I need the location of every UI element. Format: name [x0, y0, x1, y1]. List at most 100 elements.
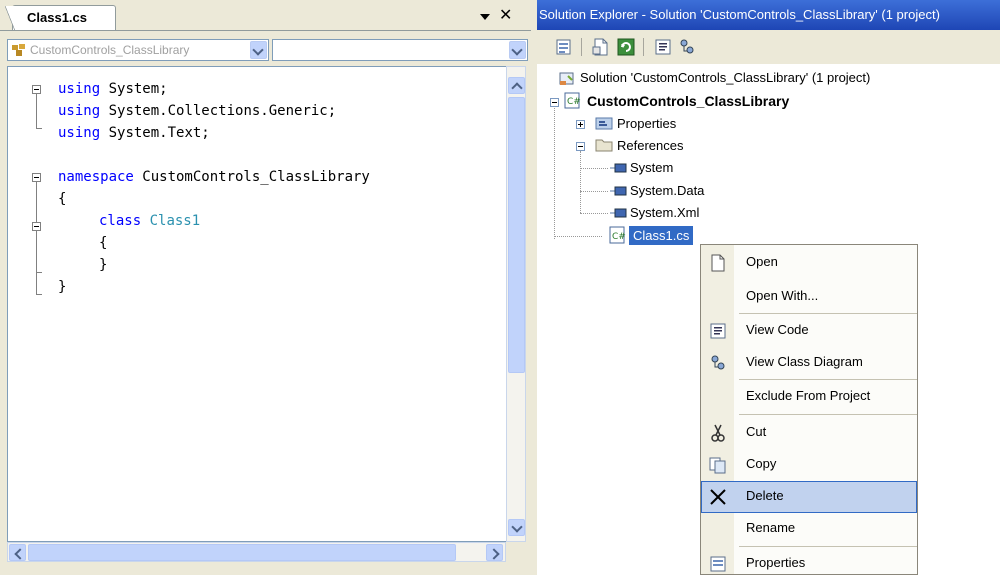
navigation-bar: CustomControls_ClassLibrary: [0, 31, 531, 65]
csharp-project-icon: C#: [564, 92, 581, 109]
copy-icon: [709, 457, 726, 474]
refresh-icon[interactable]: [617, 38, 635, 56]
menu-label: Properties: [746, 555, 806, 570]
tree-item-solution[interactable]: Solution 'CustomControls_ClassLibrary' (…: [580, 69, 870, 87]
outline-guide: [36, 94, 37, 128]
code-line-6: {: [58, 191, 67, 207]
menu-item-view-class-diagram[interactable]: View Class Diagram: [701, 347, 917, 379]
vertical-scroll-thumb[interactable]: [508, 97, 525, 373]
toolbar-separator: [643, 38, 644, 56]
tree-line: [580, 191, 608, 192]
class-icon: [12, 44, 25, 56]
view-code-icon[interactable]: [654, 38, 672, 56]
menu-item-properties[interactable]: Properties: [701, 548, 917, 574]
collapse-project-icon[interactable]: [550, 98, 559, 107]
tree-item-class1-selected[interactable]: Class1.cs: [629, 226, 694, 245]
menu-label: Delete: [746, 488, 784, 503]
properties-folder-icon: [595, 117, 613, 130]
menu-item-open-with[interactable]: Open With...: [701, 281, 917, 313]
menu-label: Rename: [746, 520, 796, 535]
properties-icon: [710, 556, 726, 572]
document-tab-strip: Class1.cs ✕: [0, 0, 531, 31]
code-text-area[interactable]: using System; using System.Collections.G…: [7, 66, 506, 542]
menu-separator: [739, 546, 917, 547]
menu-item-copy[interactable]: Copy: [701, 449, 917, 481]
outline-guide: [36, 128, 42, 129]
tree-line: [580, 168, 608, 169]
outline-guide: [36, 182, 37, 294]
code-line-2: using System.Collections.Generic;: [58, 103, 337, 119]
open-icon: [711, 254, 725, 272]
reference-icon: [610, 208, 627, 218]
references-folder-icon: [595, 139, 613, 152]
outline-collapse-icon[interactable]: [32, 222, 41, 231]
outline-collapse-icon[interactable]: [32, 173, 41, 182]
outline-collapse-icon[interactable]: [32, 85, 41, 94]
context-menu: Open Open With... View Code View Class D…: [700, 244, 918, 575]
tree-line: [554, 236, 602, 237]
tree-line: [554, 108, 555, 239]
outline-guide: [36, 294, 42, 295]
menu-label: Exclude From Project: [746, 388, 871, 403]
chevron-down-icon[interactable]: [250, 41, 267, 59]
scroll-right-button[interactable]: [486, 544, 503, 561]
code-line-1: using System;: [58, 81, 168, 97]
menu-label: Copy: [746, 456, 777, 471]
collapse-references-icon[interactable]: [576, 142, 585, 151]
types-dropdown-label: CustomControls_ClassLibrary: [30, 43, 190, 57]
document-tab-label: Class1.cs: [27, 10, 87, 25]
tree-item-reference[interactable]: System.Xml: [630, 204, 699, 222]
horizontal-scrollbar[interactable]: [7, 542, 506, 562]
view-code-icon: [710, 323, 726, 339]
solution-explorer-toolbar: [537, 30, 1000, 64]
menu-label: Cut: [746, 424, 767, 439]
tree-item-project[interactable]: CustomControls_ClassLibrary: [587, 92, 789, 110]
delete-icon: [710, 489, 726, 505]
menu-item-cut[interactable]: Cut: [701, 417, 917, 449]
menu-item-view-code[interactable]: View Code: [701, 315, 917, 347]
close-document-icon[interactable]: ✕: [499, 6, 515, 24]
menu-label: Open With...: [746, 288, 819, 303]
properties-icon[interactable]: [555, 38, 573, 56]
menu-item-rename[interactable]: Rename: [701, 513, 917, 545]
show-all-files-icon[interactable]: [592, 38, 610, 56]
tree-item-references[interactable]: References: [617, 137, 683, 155]
tree-item-reference[interactable]: System: [630, 159, 673, 177]
code-line-10: }: [58, 279, 67, 295]
reference-icon: [610, 186, 627, 196]
vertical-scrollbar[interactable]: [506, 66, 526, 542]
menu-label: Open: [746, 254, 778, 269]
menu-label: View Class Diagram: [746, 354, 863, 369]
solution-explorer-title: Solution Explorer - Solution 'CustomCont…: [537, 0, 1000, 30]
tree-line: [580, 213, 608, 214]
members-dropdown[interactable]: [272, 39, 528, 61]
scroll-up-button[interactable]: [508, 77, 525, 94]
horizontal-scroll-thumb[interactable]: [28, 544, 456, 561]
scroll-down-button[interactable]: [508, 519, 525, 536]
tree-item-properties[interactable]: Properties: [617, 115, 676, 133]
menu-item-delete[interactable]: Delete: [701, 481, 917, 513]
tree-line: [580, 151, 581, 213]
window-list-dropdown-icon[interactable]: [478, 9, 492, 23]
reference-icon: [610, 163, 627, 173]
menu-separator: [739, 379, 917, 380]
types-dropdown[interactable]: CustomControls_ClassLibrary: [7, 39, 269, 61]
outline-guide: [36, 272, 42, 273]
tree-item-reference[interactable]: System.Data: [630, 182, 704, 200]
code-line-5: namespace CustomControls_ClassLibrary: [58, 169, 370, 185]
code-line-7: class Class1: [99, 213, 201, 229]
document-tab-class1[interactable]: Class1.cs: [5, 5, 116, 31]
scroll-left-button[interactable]: [9, 544, 26, 561]
solution-icon: [559, 72, 574, 85]
chevron-down-icon[interactable]: [509, 41, 526, 59]
code-line-8: {: [99, 235, 108, 251]
svg-text:C#: C#: [567, 97, 581, 107]
menu-item-exclude-from-project[interactable]: Exclude From Project: [701, 381, 917, 413]
class-diagram-icon: [711, 355, 725, 370]
menu-item-open[interactable]: Open: [701, 247, 917, 279]
svg-text:C#: C#: [612, 232, 626, 242]
menu-separator: [739, 414, 917, 415]
expand-properties-icon[interactable]: [576, 120, 585, 129]
toolbar-separator: [581, 38, 582, 56]
view-class-diagram-icon[interactable]: [678, 38, 696, 56]
